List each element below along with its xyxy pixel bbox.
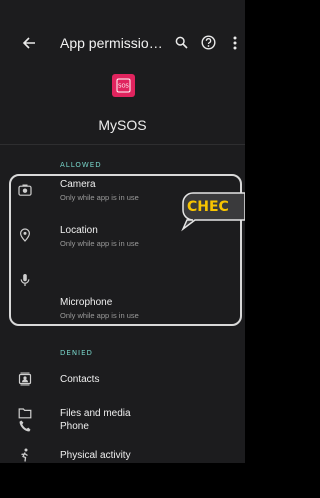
more-vert-icon[interactable] — [232, 36, 238, 50]
search-icon[interactable] — [175, 36, 188, 49]
svg-text:SOS: SOS — [118, 84, 129, 90]
permission-title: Contacts — [60, 374, 100, 385]
permission-title: Physical activity — [60, 450, 131, 461]
check-callout: CHEC — [173, 190, 245, 232]
section-label-denied: DENIED — [60, 349, 93, 357]
permission-title: Phone — [60, 421, 89, 432]
system-navigation-bar — [0, 463, 245, 498]
page-title: App permissio… — [60, 35, 163, 51]
sos-logo-icon: SOS — [116, 78, 131, 93]
activity-icon — [21, 448, 28, 462]
top-app-bar: App permissio… — [0, 28, 245, 58]
app-permissions-screen: App permissio… SOS MySOS ALLOWED Camera … — [0, 0, 245, 463]
callout-text: CHEC — [187, 199, 229, 215]
back-arrow-icon[interactable] — [22, 36, 36, 50]
permission-row-phone[interactable]: Phone — [0, 415, 245, 441]
section-label-allowed: ALLOWED — [60, 161, 102, 169]
permission-row-contacts[interactable]: Contacts — [0, 368, 245, 394]
app-name: MySOS — [98, 117, 147, 133]
help-icon[interactable] — [201, 35, 216, 50]
phone-icon — [19, 420, 31, 432]
divider — [0, 144, 245, 145]
app-logo: SOS — [112, 74, 135, 97]
permission-row-physical-activity[interactable]: Physical activity — [0, 446, 245, 463]
contacts-icon — [18, 372, 32, 386]
